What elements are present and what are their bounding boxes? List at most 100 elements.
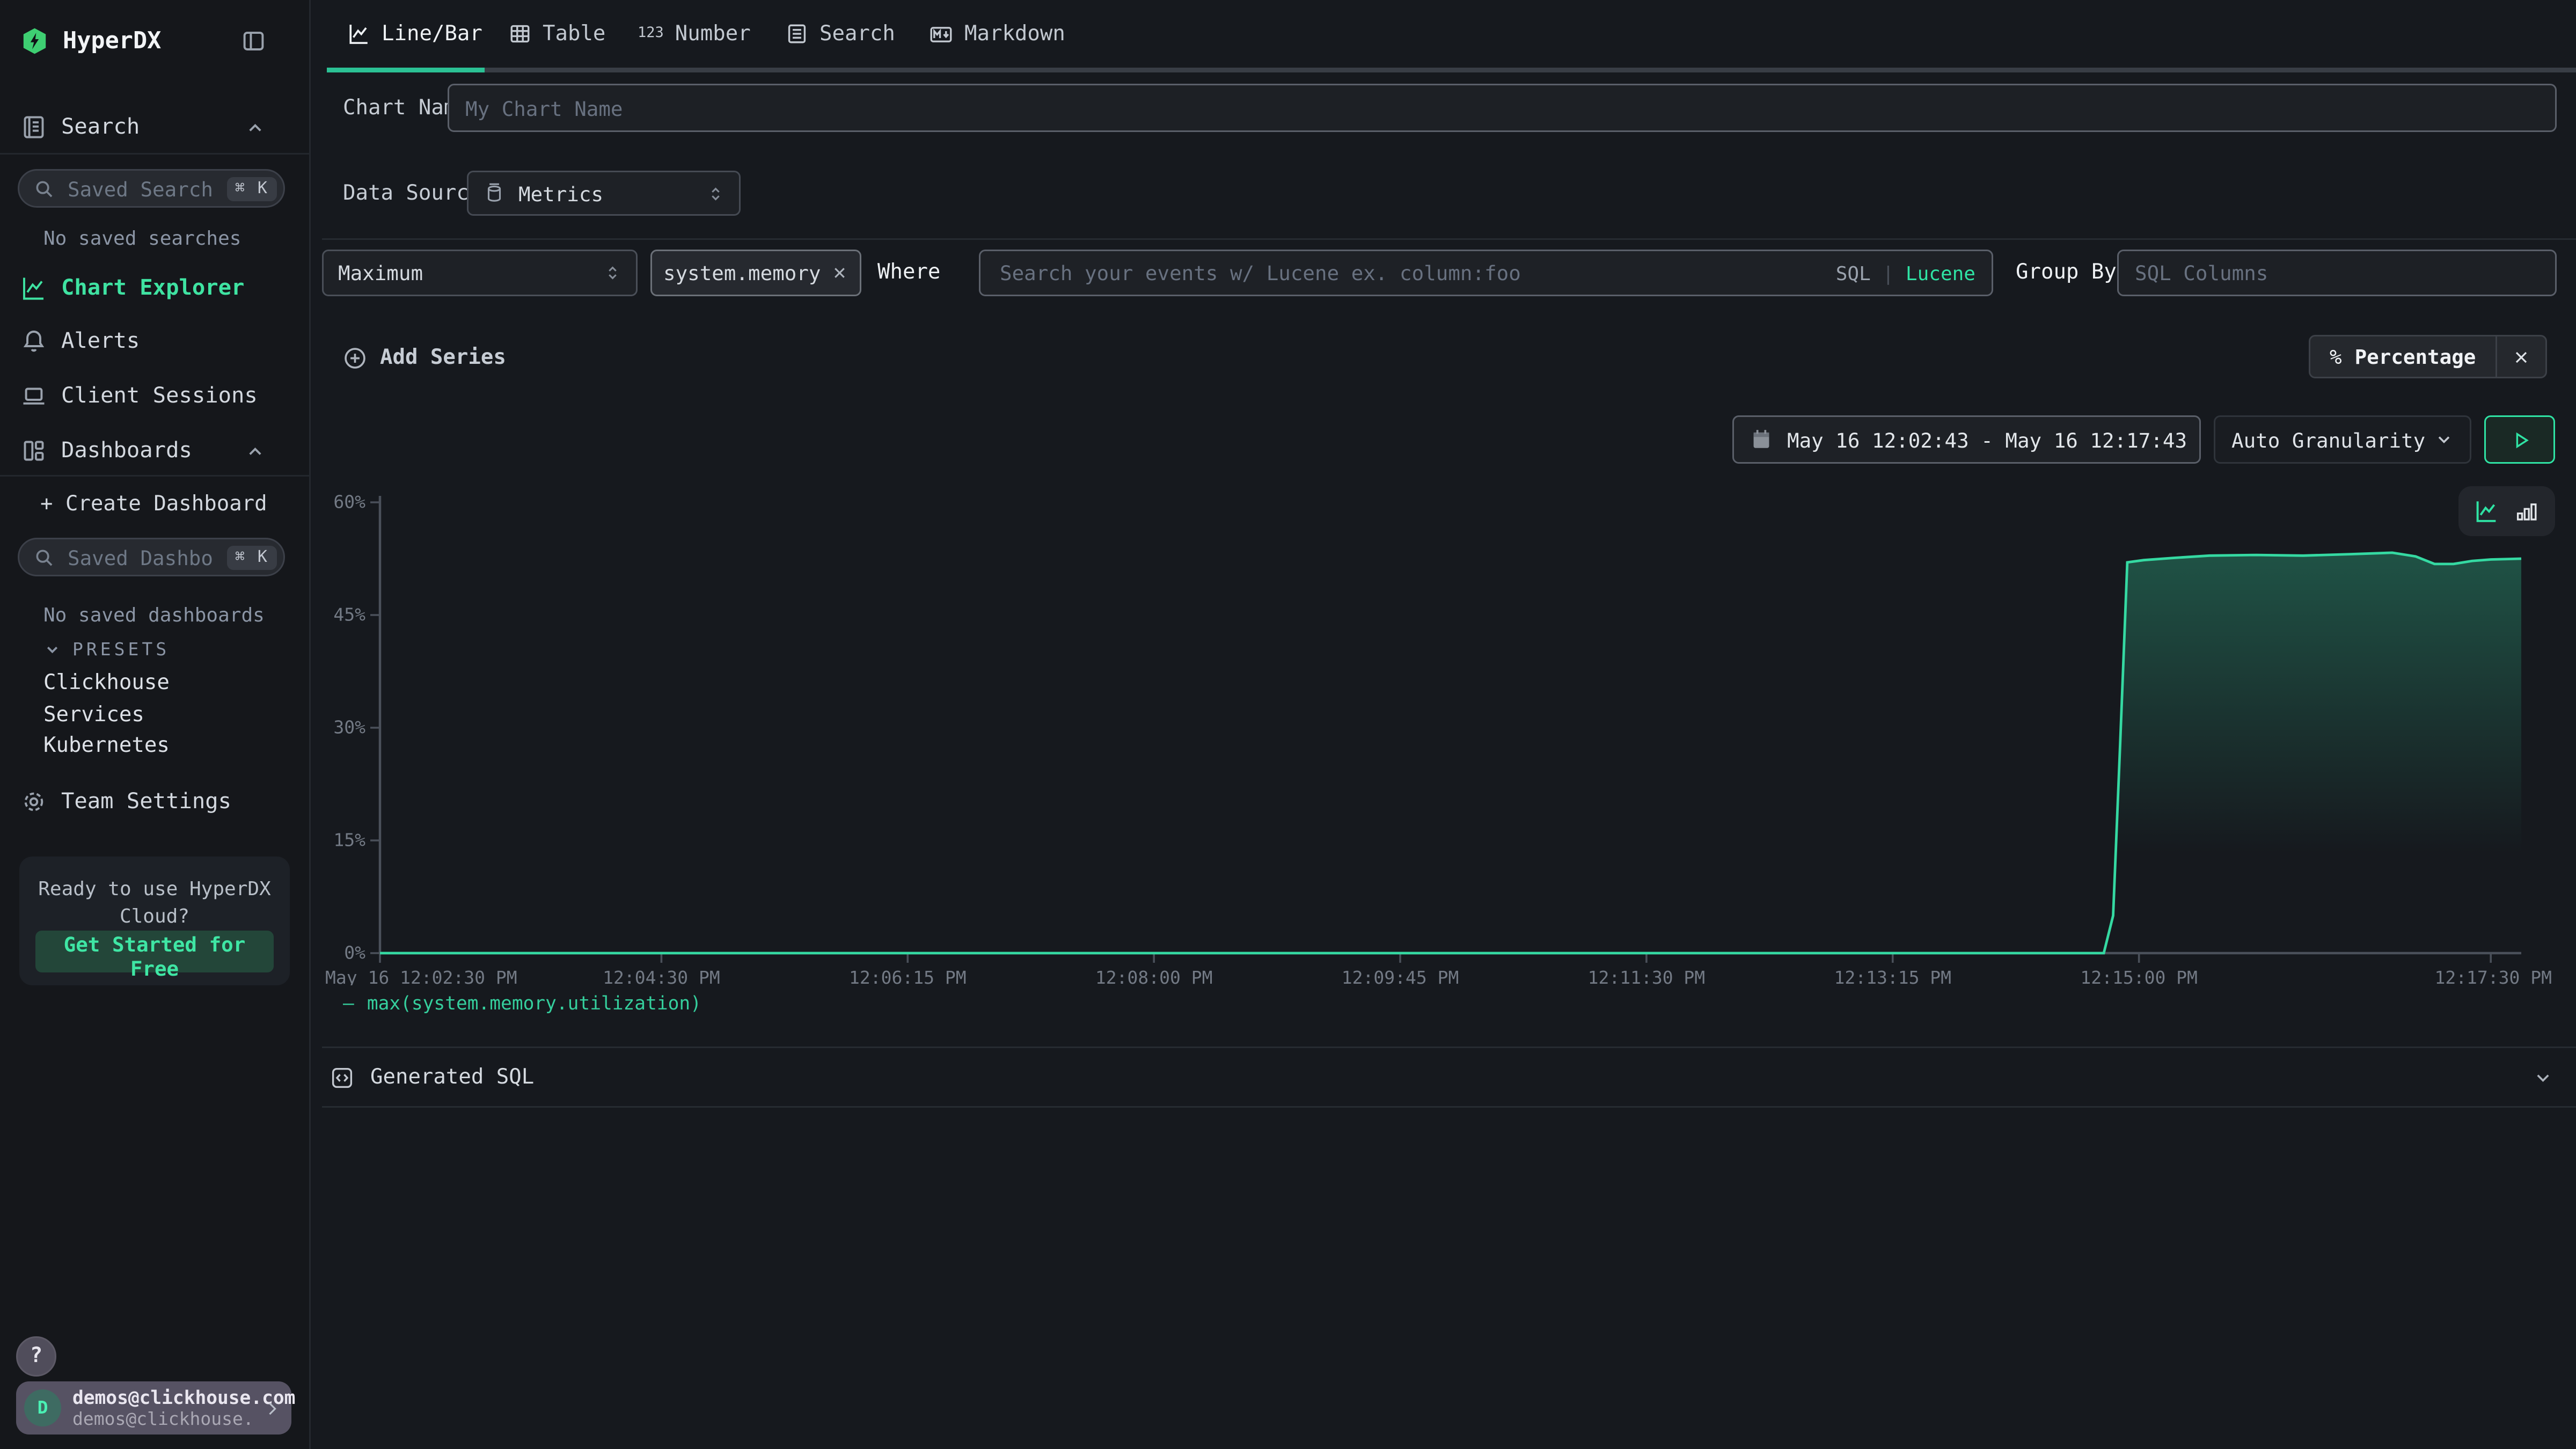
chart-plot[interactable]: 60%45%30%15%0%May 16 12:02:30 PM12:04:30…	[322, 483, 2557, 985]
data-source-select[interactable]: Metrics	[467, 171, 741, 216]
chevron-up-icon[interactable]	[245, 117, 266, 138]
chevron-right-icon	[262, 1399, 282, 1418]
preset-item-services[interactable]: Services	[43, 704, 144, 728]
chevron-up-icon[interactable]	[245, 441, 266, 462]
logo-row: HyperDX	[21, 27, 288, 55]
get-started-button[interactable]: Get Started for Free	[35, 931, 274, 972]
group-by-label: Group By	[2016, 261, 2117, 285]
generated-sql-toggle[interactable]: Generated SQL	[322, 1046, 2576, 1108]
granularity-value: Auto Granularity	[2231, 428, 2425, 452]
y-tick-label: 60%	[333, 492, 365, 513]
tab-number[interactable]: 123 Number	[638, 0, 751, 68]
app-title: HyperDX	[63, 28, 161, 54]
tab-underline-active	[327, 68, 485, 72]
promo-text-line1: Ready to use HyperDX	[19, 876, 290, 903]
line-chart-icon	[21, 275, 47, 301]
shortcut-badge: ⌘ K	[227, 545, 277, 569]
markdown-icon	[929, 22, 953, 46]
legend-dash: —	[343, 992, 354, 1014]
no-saved-dashboards: No saved dashboards	[43, 604, 265, 626]
bell-icon	[21, 328, 47, 354]
document-list-icon	[786, 23, 808, 45]
x-tick-label: 12:04:30 PM	[603, 967, 720, 985]
help-button[interactable]: ?	[16, 1336, 56, 1377]
preset-item-clickhouse[interactable]: Clickhouse	[43, 671, 170, 696]
presets-header[interactable]: PRESETS	[43, 639, 170, 660]
saved-searches-field[interactable]	[64, 175, 217, 202]
metric-field-tag[interactable]: system.memory.utiliza	[650, 250, 861, 296]
saved-dashboards-input[interactable]: ⌘ K	[18, 538, 285, 576]
series-area	[380, 553, 2521, 953]
select-updown-icon	[707, 185, 724, 202]
shortcut-badge: ⌘ K	[227, 177, 277, 201]
sidebar-item-label: Search	[61, 114, 140, 140]
hyperdx-logo-icon	[21, 27, 48, 55]
x-tick-label: 12:09:45 PM	[1342, 967, 1459, 985]
chart-name-input[interactable]	[448, 84, 2557, 132]
sidebar-item-label: Client Sessions	[61, 383, 258, 409]
plus-circle-icon	[343, 346, 367, 370]
table-icon	[509, 23, 531, 45]
sidebar-item-label: Alerts	[61, 328, 140, 354]
tab-label: Search	[819, 22, 895, 46]
date-range-value: May 16 12:02:43 - May 16 12:17:43	[1787, 428, 2187, 452]
x-tick-label: 12:17:30 PM	[2434, 967, 2552, 985]
tab-table[interactable]: Table	[509, 0, 605, 68]
group-by-input[interactable]	[2117, 250, 2557, 296]
laptop-icon	[21, 383, 47, 409]
granularity-select[interactable]: Auto Granularity	[2214, 415, 2471, 464]
saved-dashboards-field[interactable]	[64, 544, 217, 571]
where-search-input[interactable]	[997, 259, 1826, 287]
where-label: Where	[877, 261, 940, 285]
percentage-button[interactable]: % Percentage	[2310, 336, 2495, 377]
user-menu[interactable]: D demos@clickhouse.com demos@clickhouse.…	[16, 1381, 291, 1435]
presets-label: PRESETS	[72, 639, 170, 660]
aggregation-value: Maximum	[338, 261, 591, 285]
aggregation-select[interactable]: Maximum	[322, 250, 638, 296]
tab-label: Markdown	[964, 22, 1065, 46]
preset-item-kubernetes[interactable]: Kubernetes	[43, 734, 170, 758]
avatar: D	[24, 1389, 61, 1426]
sidebar-item-team-settings[interactable]: Team Settings	[21, 789, 288, 815]
saved-searches-input[interactable]: ⌘ K	[18, 169, 285, 208]
y-tick-label: 45%	[333, 604, 365, 625]
add-series-label: Add Series	[380, 346, 506, 370]
sidebar-item-search[interactable]: Search	[21, 114, 288, 140]
x-tick-label: May 16 12:02:30 PM	[325, 967, 517, 985]
mode-separator: |	[1883, 262, 1894, 284]
chevron-down-icon	[2434, 430, 2454, 449]
date-range-picker[interactable]: May 16 12:02:43 - May 16 12:17:43	[1732, 415, 2201, 464]
percentage-remove-button[interactable]	[2495, 336, 2545, 377]
line-chart-icon	[348, 23, 370, 45]
tab-line-bar[interactable]: Line/Bar	[348, 0, 482, 68]
chart-legend: — max(system.memory.utilization)	[343, 992, 701, 1014]
sidebar-collapse-icon[interactable]	[241, 29, 266, 53]
tab-label: Number	[675, 22, 751, 46]
sql-mode-toggle[interactable]: SQL	[1836, 262, 1871, 284]
legend-series-name: max(system.memory.utilization)	[367, 992, 701, 1014]
sidebar-item-client-sessions[interactable]: Client Sessions	[21, 383, 288, 409]
user-email: demos@clickhouse.com	[72, 1387, 251, 1408]
tab-underline-track	[327, 68, 2576, 72]
tab-search[interactable]: Search	[786, 0, 895, 68]
database-icon	[483, 182, 506, 204]
add-series-button[interactable]: Add Series	[343, 346, 506, 370]
search-page-icon	[21, 114, 47, 140]
sidebar-item-alerts[interactable]: Alerts	[21, 328, 288, 354]
generated-sql-label: Generated SQL	[370, 1065, 534, 1089]
y-tick-label: 0%	[344, 942, 365, 963]
sidebar-item-dashboards[interactable]: Dashboards	[21, 438, 288, 464]
percentage-toggle-group: % Percentage	[2309, 335, 2546, 378]
sidebar-item-label: Chart Explorer	[61, 275, 244, 301]
sidebar: HyperDX Search ⌘ K No saved searches	[0, 0, 311, 1449]
sidebar-item-chart-explorer[interactable]: Chart Explorer	[21, 275, 288, 301]
tab-markdown[interactable]: Markdown	[929, 0, 1065, 68]
calendar-icon	[1750, 428, 1773, 451]
code-icon	[330, 1065, 354, 1089]
lucene-mode-toggle[interactable]: Lucene	[1906, 262, 1975, 284]
app-root: HyperDX Search ⌘ K No saved searches	[0, 0, 2576, 1449]
where-search-box[interactable]: SQL | Lucene	[979, 250, 1993, 296]
close-icon[interactable]	[831, 264, 848, 282]
run-query-button[interactable]	[2484, 415, 2555, 464]
create-dashboard-button[interactable]: + Create Dashboard	[40, 493, 267, 517]
